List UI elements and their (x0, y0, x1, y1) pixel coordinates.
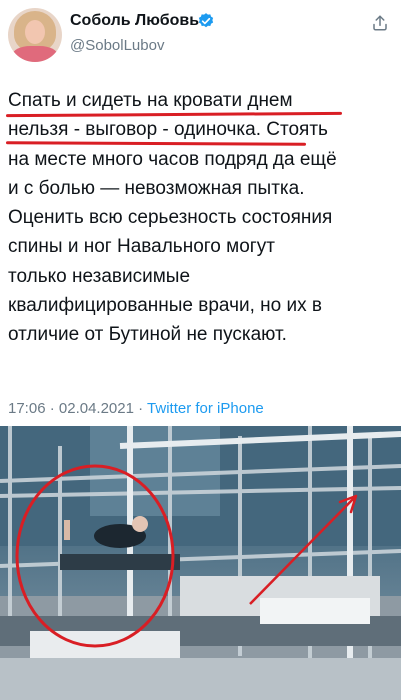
tweet-time[interactable]: 17:06 (8, 400, 46, 417)
author-avatar[interactable] (8, 8, 62, 62)
tweet-line: нельзя - выговор - одиночка. Стоять (8, 119, 328, 141)
author-handle[interactable]: @SobolLubov (70, 37, 164, 54)
tweet-line: и с болью — невозможная пытка. (8, 177, 305, 199)
tweet-source-link[interactable]: Twitter for iPhone (147, 400, 264, 417)
tweet-line: отличие от Бутиной не пускают. (8, 324, 287, 346)
tweet-text: Спать и сидеть на кровати днем нельзя - … (8, 86, 398, 350)
verified-badge-icon (198, 13, 214, 28)
share-icon[interactable] (371, 14, 389, 32)
author-name[interactable]: Соболь Любовь (70, 12, 199, 30)
tweet-photo[interactable] (0, 426, 401, 700)
dormitory-bunk-beds-image (0, 426, 401, 700)
tweet-meta: 17:06 · 02.04.2021 · Twitter for iPhone (8, 400, 264, 417)
tweet-line: на месте много часов подряд да ещё (8, 148, 337, 170)
tweet-header: Соболь Любовь @SobolLubov (0, 0, 401, 74)
tweet-line: квалифицированные врачи, но их в (8, 295, 322, 317)
tweet-line: Оценить всю серьезность состояния (8, 207, 333, 229)
tweet-line: спины и ног Навального могут (8, 236, 275, 258)
tweet-date[interactable]: 02.04.2021 (59, 400, 134, 417)
tweet-line: только независимые (8, 265, 191, 287)
